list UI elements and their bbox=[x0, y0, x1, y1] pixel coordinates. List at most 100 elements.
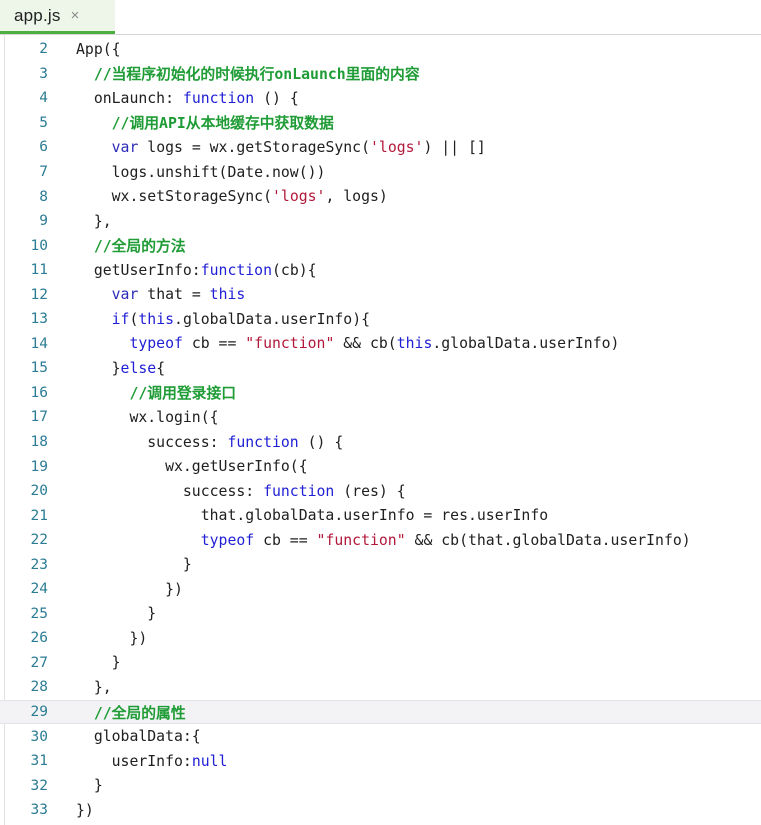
code-token-plain: success: bbox=[76, 433, 228, 451]
code-token-plain: () { bbox=[298, 433, 344, 451]
code-editor[interactable]: 2 App({3 //当程序初始化的时候执行onLaunch里面的内容 4 onLa… bbox=[0, 34, 761, 825]
line-number: 29 bbox=[30, 704, 48, 721]
code-line[interactable]: 24 }) bbox=[0, 577, 761, 602]
code-line-text: //当程序初始化的时候执行onLaunch里面的内容 bbox=[48, 63, 420, 84]
code-line[interactable]: 31 userInfo:null bbox=[0, 749, 761, 774]
close-icon[interactable]: × bbox=[71, 8, 80, 23]
code-line[interactable]: 25 } bbox=[0, 602, 761, 627]
code-line-text: } bbox=[48, 556, 192, 573]
line-number: 25 bbox=[30, 605, 48, 622]
code-token-plain: (cb){ bbox=[272, 261, 317, 279]
code-token-keyword: else bbox=[120, 359, 157, 377]
code-token-plain: () { bbox=[254, 89, 299, 107]
code-line[interactable]: 18 success: function () { bbox=[0, 430, 761, 455]
code-line[interactable]: 12 var that = this bbox=[0, 282, 761, 307]
code-token-keyword: function bbox=[182, 89, 255, 107]
code-line[interactable]: 19 wx.getUserInfo({ bbox=[0, 454, 761, 479]
code-line-text: onLaunch: function () { bbox=[48, 90, 299, 107]
code-line[interactable]: 22 typeof cb == "function" && cb(that.gl… bbox=[0, 528, 761, 553]
line-number: 21 bbox=[30, 507, 48, 524]
code-token-plain: that = bbox=[138, 286, 210, 304]
code-line[interactable]: 15 }else{ bbox=[0, 356, 761, 381]
line-number: 19 bbox=[30, 458, 48, 475]
code-token-plain: .globalData.userInfo) bbox=[432, 335, 620, 353]
code-token-kw2: var bbox=[111, 286, 139, 304]
code-line-text: typeof cb == "function" && cb(that.globa… bbox=[48, 532, 691, 549]
code-line[interactable]: 26 }) bbox=[0, 626, 761, 651]
code-line[interactable]: 3 //当程序初始化的时候执行onLaunch里面的内容 bbox=[0, 62, 761, 87]
code-line-text: typeof cb == "function" && cb(this.globa… bbox=[48, 335, 619, 352]
line-number: 26 bbox=[30, 630, 48, 647]
code-line[interactable]: 29 //全局的属性 bbox=[0, 699, 761, 725]
code-line[interactable]: 33}) bbox=[0, 798, 761, 823]
line-number: 3 bbox=[39, 65, 48, 82]
code-line[interactable]: 27 } bbox=[0, 651, 761, 676]
code-line[interactable]: 30 globalData:{ bbox=[0, 724, 761, 749]
code-line-text: } bbox=[48, 605, 156, 622]
code-line-text: logs.unshift(Date.now()) bbox=[48, 164, 326, 181]
code-line[interactable]: 32 } bbox=[0, 773, 761, 798]
code-line[interactable]: 11 getUserInfo:function(cb){ bbox=[0, 258, 761, 283]
code-token-keyword: this bbox=[138, 310, 175, 328]
code-token-plain: .globalData.userInfo){ bbox=[174, 310, 371, 328]
code-token-plain: onLaunch: bbox=[76, 89, 183, 107]
code-line[interactable]: 10 //全局的方法 bbox=[0, 233, 761, 258]
editor-tab-label: app.js bbox=[14, 5, 61, 25]
line-number: 15 bbox=[30, 360, 48, 377]
code-token-plain: wx.getUserInfo({ bbox=[76, 458, 308, 476]
code-line[interactable]: 23 } bbox=[0, 552, 761, 577]
line-number: 2 bbox=[39, 41, 48, 58]
code-line-text: App({ bbox=[48, 41, 121, 58]
code-line[interactable]: 14 typeof cb == "function" && cb(this.gl… bbox=[0, 332, 761, 357]
code-line-text: } bbox=[48, 777, 103, 794]
code-line-text: }) bbox=[48, 581, 183, 598]
editor-tab-app-js[interactable]: app.js × bbox=[0, 0, 115, 34]
line-number: 8 bbox=[39, 188, 48, 205]
code-token-plain: } bbox=[76, 556, 192, 574]
code-token-plain: getUserInfo: bbox=[76, 261, 201, 279]
line-number: 27 bbox=[30, 654, 48, 671]
code-line[interactable]: 2 App({ bbox=[0, 37, 761, 62]
code-line-text: }else{ bbox=[48, 360, 165, 377]
code-lines[interactable]: 2 App({3 //当程序初始化的时候执行onLaunch里面的内容 4 onLa… bbox=[0, 35, 761, 823]
code-line[interactable]: 20 success: function (res) { bbox=[0, 479, 761, 504]
code-line-text: } bbox=[48, 654, 121, 671]
code-line-text: //全局的方法 bbox=[48, 235, 186, 256]
code-token-comment: //调用登录接口 bbox=[76, 385, 237, 403]
code-line[interactable]: 4 onLaunch: function () { bbox=[0, 86, 761, 111]
code-line[interactable]: 28 }, bbox=[0, 675, 761, 700]
line-number: 24 bbox=[30, 581, 48, 598]
code-token-plain: success: bbox=[76, 482, 264, 500]
line-number: 20 bbox=[30, 483, 48, 500]
code-line[interactable]: 13 if(this.globalData.userInfo){ bbox=[0, 307, 761, 332]
code-token-keyword: typeof bbox=[200, 531, 255, 549]
line-number: 16 bbox=[30, 384, 48, 401]
code-line-text: globalData:{ bbox=[48, 728, 201, 745]
code-line[interactable]: 21 that.globalData.userInfo = res.userIn… bbox=[0, 503, 761, 528]
code-token-comment: //当程序初始化的时候执行onLaunch里面的内容 bbox=[76, 66, 420, 84]
code-token-plain: }) bbox=[76, 801, 94, 819]
code-line-text: wx.getUserInfo({ bbox=[48, 458, 308, 475]
code-line-text: //全局的属性 bbox=[48, 702, 186, 723]
code-token-plain: } bbox=[76, 654, 121, 672]
code-line[interactable]: 8 wx.setStorageSync('logs', logs) bbox=[0, 184, 761, 209]
code-line[interactable]: 17 wx.login({ bbox=[0, 405, 761, 430]
line-number: 22 bbox=[30, 532, 48, 549]
code-line[interactable]: 16 //调用登录接口 bbox=[0, 381, 761, 406]
code-line[interactable]: 6 var logs = wx.getStorageSync('logs') |… bbox=[0, 135, 761, 160]
line-number: 14 bbox=[30, 335, 48, 352]
code-token-string: 'logs' bbox=[272, 188, 326, 206]
code-line-text: if(this.globalData.userInfo){ bbox=[48, 311, 370, 328]
code-token-comment: //调用API从本地缓存中获取数据 bbox=[76, 115, 334, 133]
code-line[interactable]: 9 }, bbox=[0, 209, 761, 234]
code-token-plain: }) bbox=[76, 629, 148, 647]
code-line[interactable]: 7 logs.unshift(Date.now()) bbox=[0, 160, 761, 185]
code-token-plain: cb == bbox=[254, 531, 317, 549]
code-line-text: var that = this bbox=[48, 286, 246, 304]
code-token-plain: wx.login({ bbox=[76, 408, 219, 426]
code-line-text: that.globalData.userInfo = res.userInfo bbox=[48, 507, 548, 524]
code-token-plain: logs = wx.getStorageSync( bbox=[138, 138, 370, 156]
code-line[interactable]: 5 //调用API从本地缓存中获取数据 bbox=[0, 111, 761, 136]
